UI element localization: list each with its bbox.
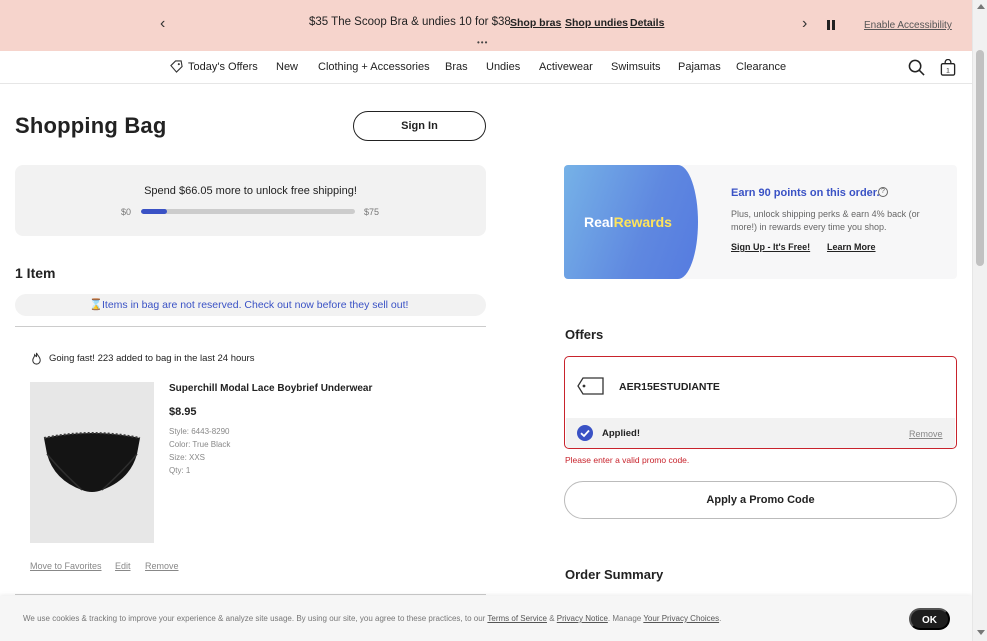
free-shipping-progress: Spend $66.05 more to unlock free shippin…	[15, 165, 486, 236]
pause-icon[interactable]	[827, 20, 835, 30]
item-count: 1 Item	[15, 265, 56, 281]
enable-accessibility-link[interactable]: Enable Accessibility	[864, 20, 952, 31]
cookie-period: .	[719, 614, 722, 623]
privacy-choices-link[interactable]: Your Privacy Choices	[643, 614, 719, 623]
reserve-notice-text: Items in bag are not reserved. Check out…	[102, 299, 409, 311]
rewards-sign-up-link[interactable]: Sign Up - It's Free!	[731, 242, 810, 252]
shopping-bag-icon[interactable]: 1	[940, 59, 956, 76]
product-color: Color: True Black	[169, 440, 231, 449]
product-price: $8.95	[169, 406, 197, 418]
offer-card: AER15ESTUDIANTE Applied! Remove	[564, 356, 957, 449]
sign-in-button[interactable]: Sign In	[353, 111, 486, 141]
offer-code: AER15ESTUDIANTE	[619, 381, 720, 393]
reserve-notice: ⌛ Items in bag are not reserved. Check o…	[15, 294, 486, 316]
product-style: Style: 6443-8290	[169, 427, 230, 436]
remove-offer-link[interactable]: Remove	[909, 429, 943, 439]
real-rewards-logo: RealRewards	[584, 214, 672, 230]
chevron-right-icon[interactable]: ›	[802, 15, 807, 33]
product-size: Size: XXS	[169, 453, 206, 462]
promo-message: $35 The Scoop Bra & undies 10 for $38	[309, 16, 511, 28]
cookie-amp: &	[546, 614, 557, 623]
product-name[interactable]: Superchill Modal Lace Boybrief Underwear	[169, 383, 372, 394]
nav-item-clearance[interactable]: Clearance	[736, 61, 786, 73]
cookie-banner: We use cookies & tracking to improve you…	[0, 596, 972, 641]
nav-item-undies[interactable]: Undies	[486, 61, 520, 73]
search-icon[interactable]	[908, 59, 925, 76]
nav-item-swimsuits[interactable]: Swimsuits	[611, 61, 661, 73]
info-icon[interactable]: ?	[878, 187, 888, 197]
offers-title: Offers	[565, 327, 604, 342]
privacy-notice-link[interactable]: Privacy Notice	[557, 614, 608, 623]
flame-icon	[32, 352, 41, 365]
nav-item-bras[interactable]: Bras	[445, 61, 468, 73]
details-link[interactable]: Details	[630, 17, 664, 29]
promo-tag-icon	[577, 377, 604, 395]
free-shipping-message: Spend $66.05 more to unlock free shippin…	[144, 185, 357, 197]
terms-of-service-link[interactable]: Terms of Service	[487, 614, 547, 623]
page-title: Shopping Bag	[15, 113, 167, 138]
carousel-dots[interactable]: •••	[477, 38, 488, 47]
rewards-learn-more-link[interactable]: Learn More	[827, 242, 876, 252]
remove-item-link[interactable]: Remove	[145, 561, 179, 571]
nav-item-activewear[interactable]: Activewear	[539, 61, 593, 73]
progress-track	[141, 209, 355, 214]
nav-item-new[interactable]: New	[276, 61, 298, 73]
rewards-description: Plus, unlock shipping perks & earn 4% ba…	[731, 209, 920, 232]
shop-bras-link[interactable]: Shop bras	[510, 17, 561, 29]
main-nav: Today's Offers New Clothing + Accessorie…	[0, 51, 972, 84]
check-icon	[577, 425, 593, 441]
cookie-ok-button[interactable]: OK	[909, 608, 950, 630]
edit-item-link[interactable]: Edit	[115, 561, 131, 571]
hourglass-icon: ⌛	[89, 299, 103, 311]
nav-item-clothing-accessories[interactable]: Clothing + Accessories	[318, 61, 430, 73]
scroll-down-arrow-icon[interactable]	[977, 630, 985, 635]
move-to-favorites-link[interactable]: Move to Favorites	[30, 561, 102, 571]
applied-label: Applied!	[602, 428, 640, 439]
progress-fill	[141, 209, 167, 214]
promo-banner: ‹ $35 The Scoop Bra & undies 10 for $38 …	[0, 0, 972, 51]
underwear-illustration	[43, 432, 141, 492]
cookie-text: We use cookies & tracking to improve you…	[23, 614, 721, 623]
nav-item-pajamas[interactable]: Pajamas	[678, 61, 721, 73]
progress-min-label: $0	[121, 207, 132, 217]
rewards-card: RealRewards Earn 90 points on this order…	[564, 165, 957, 279]
product-image[interactable]	[30, 382, 154, 543]
offer-applied-row: Applied! Remove	[566, 418, 955, 448]
cookie-message: We use cookies & tracking to improve you…	[23, 614, 488, 623]
page-scrollbar[interactable]	[972, 0, 987, 641]
divider	[15, 594, 486, 595]
logo-rewards-text: Rewards	[613, 214, 672, 230]
going-fast-note: Going fast! 223 added to bag in the last…	[49, 353, 255, 364]
progress-max-label: $75	[364, 207, 380, 217]
chevron-left-icon[interactable]: ‹	[160, 15, 165, 33]
promo-error-message: Please enter a valid promo code.	[565, 455, 690, 465]
scrollbar-thumb[interactable]	[976, 50, 984, 266]
scroll-up-arrow-icon[interactable]	[977, 4, 985, 9]
divider	[15, 326, 486, 327]
order-summary-title: Order Summary	[565, 567, 664, 582]
nav-item-todays-offers[interactable]: Today's Offers	[188, 61, 258, 73]
apply-promo-code-button[interactable]: Apply a Promo Code	[564, 481, 957, 519]
product-qty: Qty: 1	[169, 466, 191, 475]
rewards-title: Earn 90 points on this order.	[731, 187, 880, 199]
cookie-manage-text: . Manage	[607, 614, 644, 623]
shop-undies-link[interactable]: Shop undies	[565, 17, 628, 29]
offer-tag-icon	[170, 60, 183, 73]
bag-count: 1	[946, 68, 950, 75]
logo-real-text: Real	[584, 214, 614, 230]
